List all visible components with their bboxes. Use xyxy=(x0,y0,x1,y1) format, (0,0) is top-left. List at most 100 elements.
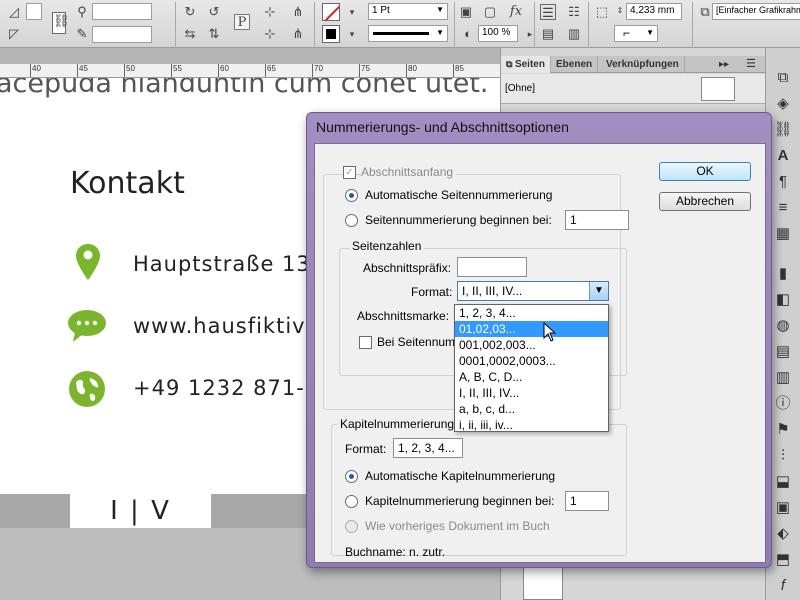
chapter-prev-radio[interactable] xyxy=(345,520,358,533)
gradient-icon[interactable]: ▮ xyxy=(773,264,793,284)
select-previous-icon[interactable]: ⋔ xyxy=(290,4,306,20)
scale-x-field[interactable] xyxy=(92,3,152,20)
rotate-icon[interactable]: ↻ xyxy=(182,4,198,20)
format-option[interactable]: a, b, c, d... xyxy=(455,401,608,417)
flip-h-icon[interactable]: ⇆ xyxy=(182,26,198,42)
text-wrap-icon[interactable]: ☰ xyxy=(540,4,556,20)
website-text[interactable]: www.hausfiktiv. xyxy=(133,314,312,338)
dialog-title[interactable]: Nummerierungs- und Abschnittsoptionen xyxy=(316,119,569,135)
object-style-field[interactable]: [Einfacher Grafikrahmen] xyxy=(712,3,800,20)
tab-verknuepfungen[interactable]: Verknüpfungen xyxy=(601,56,685,73)
body-text[interactable]: acepuda nianduntin cum conet utet. xyxy=(0,78,489,99)
swatch-dropdown-icon[interactable]: ▾ xyxy=(344,26,360,42)
chevron-down-icon[interactable]: ▼ xyxy=(589,282,608,300)
format-dropdown-list[interactable]: 1, 2, 3, 4... 01,02,03... 001,002,003...… xyxy=(454,304,609,432)
chapter-auto-radio[interactable] xyxy=(345,470,358,483)
frame-fitting-icon[interactable]: ▣ xyxy=(458,4,474,20)
object-styles-icon[interactable]: ⬒ xyxy=(773,550,793,570)
stroke-swatch-icon[interactable] xyxy=(322,25,340,43)
ok-button[interactable]: OK xyxy=(659,162,751,181)
cell-styles-icon[interactable]: ▥ xyxy=(773,368,793,388)
color-icon[interactable]: ◧ xyxy=(773,290,793,310)
flip-v-icon[interactable]: ⇅ xyxy=(206,26,222,42)
cancel-button[interactable]: Abbrechen xyxy=(659,192,751,211)
links-icon[interactable]: ⛓ xyxy=(773,120,793,140)
include-prefix-label[interactable]: Bei Seitennum xyxy=(377,335,455,349)
select-next-icon[interactable]: ⋔ xyxy=(290,26,306,42)
format-option[interactable]: i, ii, iii, iv... xyxy=(455,417,608,433)
scale-y-field[interactable] xyxy=(92,26,152,43)
select-container-icon[interactable]: ⊹ xyxy=(262,4,278,20)
format-option[interactable]: A, B, C, D... xyxy=(455,369,608,385)
select-content-icon[interactable]: ⊹ xyxy=(262,26,278,42)
flip-vertical-icon[interactable]: ◸ xyxy=(6,26,22,42)
tab-ebenen[interactable]: Ebenen xyxy=(551,56,599,73)
pathfinder-icon[interactable]: ⬓ xyxy=(773,472,793,492)
include-prefix-checkbox[interactable] xyxy=(359,336,372,349)
opacity-arrow-icon[interactable]: ▸ xyxy=(522,26,538,42)
script-icon[interactable]: ⚑ xyxy=(773,420,793,440)
effects-icon[interactable]: ◍ xyxy=(773,316,793,336)
master-row[interactable]: [Ohne] xyxy=(501,74,766,104)
reference-field[interactable] xyxy=(26,3,42,20)
paragraph-icon[interactable]: P xyxy=(234,14,250,30)
swatch-dropdown-icon[interactable]: ▾ xyxy=(344,4,360,20)
ruler-tick: 75 xyxy=(359,64,370,77)
paragraph-icon[interactable]: ¶ xyxy=(773,172,793,192)
chapter-format-select[interactable]: 1, 2, 3, 4... xyxy=(393,438,463,458)
corner-options-icon[interactable]: ⬚ xyxy=(594,4,610,20)
fill-swatch-icon[interactable] xyxy=(322,3,340,21)
start-numbering-radio[interactable] xyxy=(345,214,358,227)
object-style-icon[interactable]: ⧉ xyxy=(697,4,713,20)
drop-shadow-icon[interactable]: ▢ xyxy=(482,4,498,20)
panel-menu-icon[interactable]: ☰ xyxy=(746,56,756,73)
tab-seiten[interactable]: ⧉ Seiten xyxy=(501,56,551,73)
align-icon[interactable]: ⫶ xyxy=(773,446,793,466)
pages-icon[interactable]: ⧉ xyxy=(773,68,793,88)
layers-icon[interactable]: ◈ xyxy=(773,94,793,114)
align-top-icon[interactable]: ▤ xyxy=(540,26,556,42)
panel-expand-icon[interactable]: ▸▸ xyxy=(719,56,729,73)
phone-text[interactable]: +49 1232 871-0 xyxy=(133,376,319,400)
opacity-field[interactable]: 100 % xyxy=(478,25,518,42)
format-option[interactable]: 001,002,003... xyxy=(455,337,608,353)
corner-size-field[interactable]: 4,233 mm xyxy=(626,3,682,20)
stroke-type-field[interactable]: ▼ xyxy=(368,25,448,42)
page-heading[interactable]: Kontakt xyxy=(70,166,185,201)
text-wrap-around-icon[interactable]: ☷ xyxy=(566,4,582,20)
stroke-weight-field[interactable]: 1 Pt ▼ xyxy=(368,3,448,20)
table-icon[interactable]: ▤ xyxy=(773,342,793,362)
transform-icon[interactable]: ⬖ xyxy=(773,524,793,544)
prefix-input[interactable] xyxy=(457,257,527,277)
info-icon[interactable]: ⓘ xyxy=(773,394,793,414)
flip-icon[interactable]: ◿ xyxy=(6,4,22,20)
effects-icon[interactable]: fx xyxy=(508,4,524,20)
auto-numbering-label[interactable]: Automatische Seitennummerierung xyxy=(365,188,552,202)
chapter-start-radio[interactable] xyxy=(345,495,358,508)
fx-icon[interactable]: f xyxy=(773,576,793,596)
text-wrap-icon[interactable]: ▣ xyxy=(773,498,793,518)
format-option[interactable]: 1, 2, 3, 4... xyxy=(455,305,608,321)
constrain-proportions-icon[interactable]: ⛓ xyxy=(52,12,70,34)
format-option[interactable]: I, II, III, IV... xyxy=(455,385,608,401)
start-page-input[interactable]: 1 xyxy=(565,210,629,230)
section-start-checkbox[interactable]: ✓ xyxy=(343,166,356,179)
corner-shape-field[interactable]: ⌐ ▼ xyxy=(614,25,658,42)
auto-numbering-radio[interactable] xyxy=(345,189,358,202)
spin-arrows-icon[interactable]: ⇕ xyxy=(612,3,628,19)
start-numbering-label[interactable]: Seitennummerierung beginnen bei: xyxy=(365,213,552,227)
stroke-icon[interactable]: ≡ xyxy=(773,198,793,218)
swatches-icon[interactable]: ▦ xyxy=(773,224,793,244)
master-thumbnail[interactable] xyxy=(701,77,735,101)
address-text[interactable]: Hauptstraße 13, xyxy=(133,252,318,276)
format-select[interactable]: I, II, III, IV... xyxy=(457,281,609,301)
format-option[interactable]: 0001,0002,0003... xyxy=(455,353,608,369)
chapter-auto-label[interactable]: Automatische Kapitelnummerierung xyxy=(365,469,555,483)
rotate-cw-icon[interactable]: ↺ xyxy=(206,4,222,20)
chapter-start-input[interactable]: 1 xyxy=(565,491,609,511)
character-icon[interactable]: A xyxy=(773,146,793,166)
align-bottom-icon[interactable]: ▥ xyxy=(566,26,582,42)
page-number-footer[interactable]: I | V xyxy=(70,494,211,528)
format-option-selected[interactable]: 01,02,03... xyxy=(455,321,608,337)
chapter-start-label[interactable]: Kapitelnummerierung beginnen bei: xyxy=(365,494,554,508)
